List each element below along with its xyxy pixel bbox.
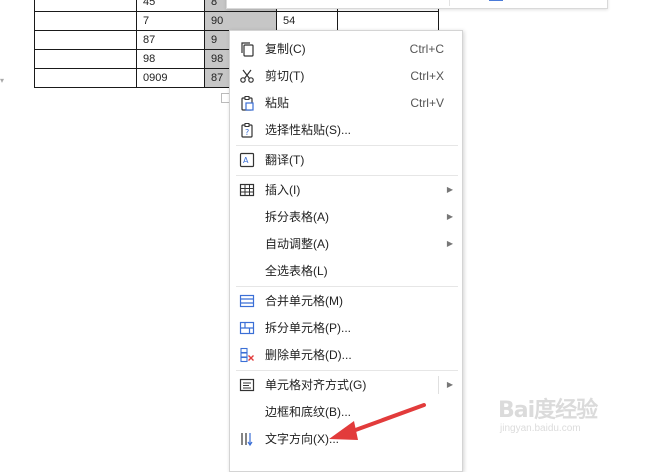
watermark-logo: Bai度经验 (498, 398, 598, 423)
watermark: Bai度经验 jingyan.baidu.com (498, 392, 618, 442)
watermark-url: jingyan.baidu.com (500, 423, 581, 434)
annotation-arrow (329, 403, 426, 440)
